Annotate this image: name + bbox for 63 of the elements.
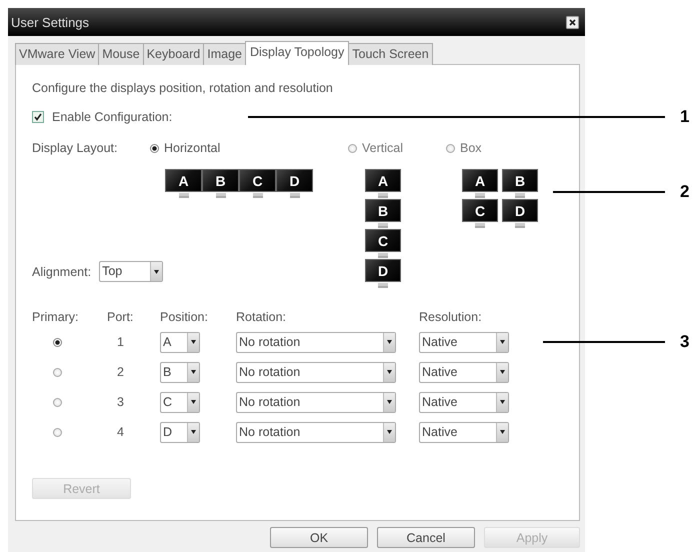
rotation-dropdown[interactable]: No rotation [236,392,396,412]
column-header: Primary: [32,310,79,324]
dropdown-arrow-icon [191,340,196,344]
radio-button[interactable] [150,144,159,152]
dropdown-arrow-icon [191,370,196,374]
tab[interactable]: VMware View [15,43,100,65]
checkbox[interactable] [32,111,44,123]
port-number: 3 [117,395,124,409]
position-dropdown[interactable]: B [160,362,200,382]
layout-option-label: Box [460,141,482,155]
dropdown-arrow-icon [191,400,196,404]
callout-number: 1 [680,107,690,127]
tab[interactable]: Mouse [98,43,144,65]
primary-radio[interactable] [53,428,62,436]
alignment-label: Alignment: [32,264,92,278]
checkbox-label: Enable Configuration: [52,110,172,124]
tab[interactable]: Touch Screen [348,43,433,65]
tab[interactable]: Keyboard [142,43,204,65]
position-dropdown[interactable]: C [160,392,200,412]
port-number: 4 [117,425,124,439]
layout-option-label: Horizontal [164,141,220,155]
column-header: Resolution: [419,310,482,324]
column-header: Port: [107,310,134,324]
primary-radio[interactable] [53,368,62,376]
rotation-dropdown[interactable]: No rotation [236,332,396,352]
close-icon[interactable] [566,16,579,28]
column-header: Rotation: [236,310,286,324]
dropdown-arrow-icon [500,430,505,434]
port-number: 1 [117,335,124,349]
dropdown-arrow-icon [500,340,505,344]
resolution-dropdown[interactable]: Native [419,332,509,352]
port-number: 2 [117,365,124,379]
callout-number: 3 [680,332,690,352]
dialog-button[interactable]: Cancel [377,527,475,548]
dropdown-arrow-icon [154,270,160,274]
tab[interactable]: Image [203,43,246,65]
position-dropdown[interactable]: D [160,422,200,442]
description-text: Configure the displays position, rotation and resolution [32,80,334,97]
dropdown-arrow-icon [500,400,505,404]
alignment-dropdown[interactable]: Top [99,261,164,282]
rotation-dropdown[interactable]: No rotation [236,422,396,442]
dropdown-arrow-icon [500,370,505,374]
radio-button[interactable] [348,144,357,152]
window-title: User Settings [11,14,90,30]
resolution-dropdown[interactable]: Native [419,362,509,382]
display-layout-label: Display Layout: [32,141,118,155]
dropdown-arrow-icon [191,430,196,434]
position-dropdown[interactable]: A [160,332,200,352]
dropdown-arrow-icon [387,400,392,404]
dialog-button[interactable]: OK [270,527,368,548]
tab[interactable]: Display Topology [244,41,350,65]
radio-button[interactable] [446,144,455,152]
dropdown-arrow-icon [387,340,392,344]
primary-radio[interactable] [53,398,62,406]
resolution-dropdown[interactable]: Native [419,422,509,442]
callout-number: 2 [680,182,690,202]
resolution-dropdown[interactable]: Native [419,392,509,412]
column-header: Position: [160,310,208,324]
dropdown-arrow-icon [387,370,392,374]
primary-radio[interactable] [53,338,62,346]
rotation-dropdown[interactable]: No rotation [236,362,396,382]
dropdown-arrow-icon [387,430,392,434]
layout-option-label: Vertical [362,141,403,155]
